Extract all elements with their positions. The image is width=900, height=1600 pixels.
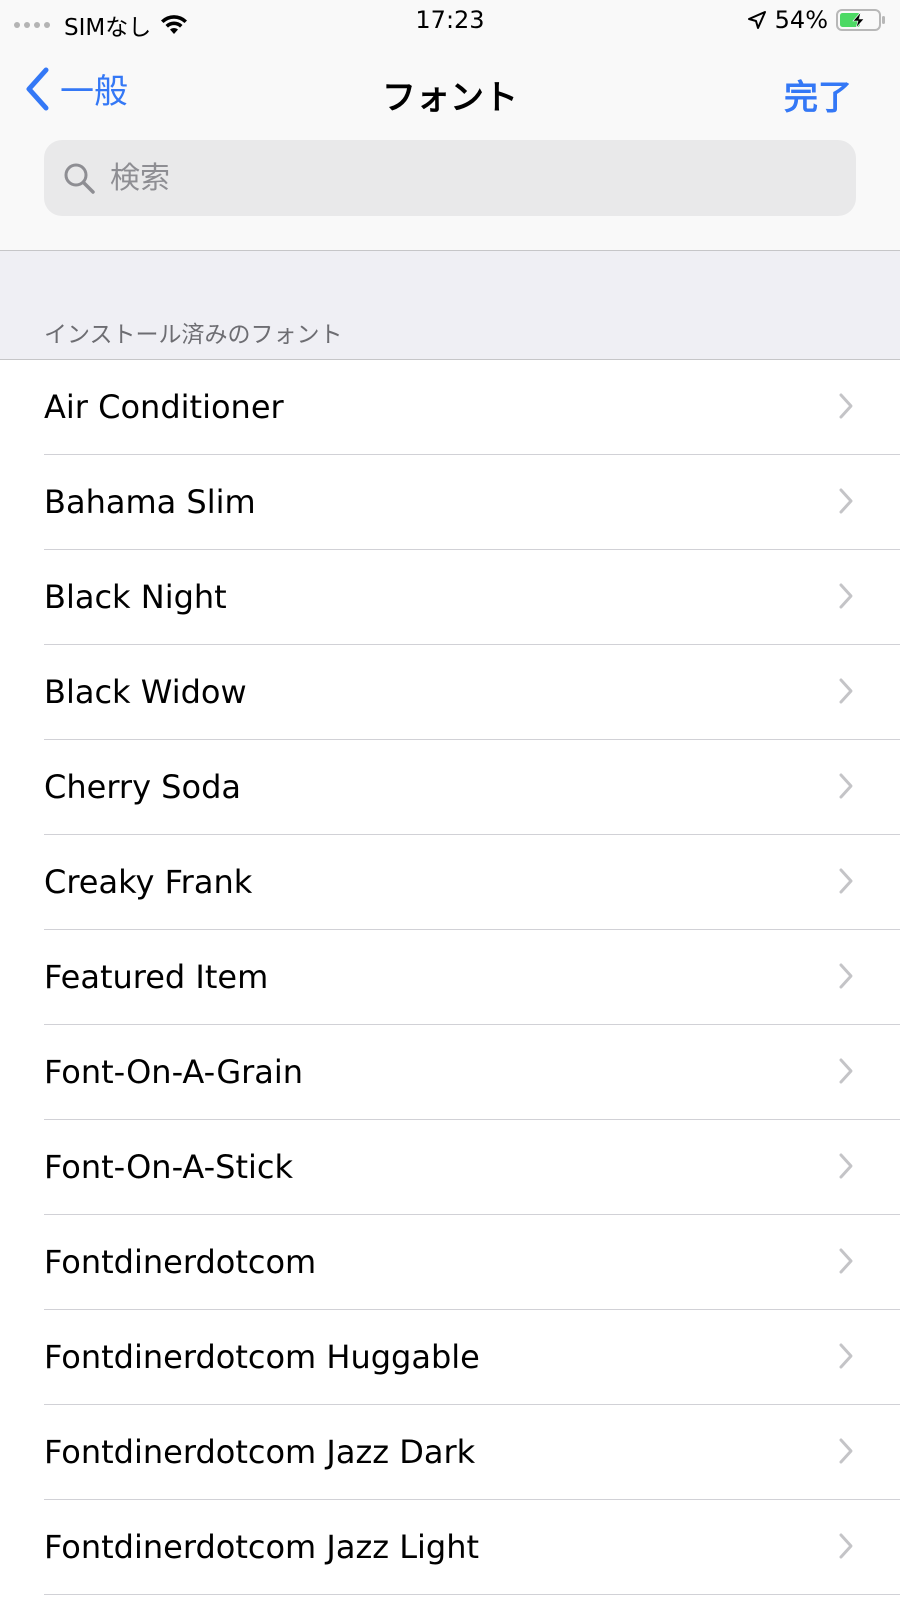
- location-icon: [747, 11, 766, 29]
- font-list-item[interactable]: Font-On-A-Grain: [0, 1025, 900, 1120]
- chevron-right-icon: [839, 868, 853, 894]
- search-field[interactable]: [44, 140, 856, 216]
- chevron-right-icon: [839, 1438, 853, 1464]
- font-list-item[interactable]: Fontdinerdotcom Jazz Light: [0, 1500, 900, 1595]
- battery-charging-icon: [836, 9, 885, 31]
- font-name-label: Font-On-A-Grain: [44, 1053, 304, 1091]
- chevron-right-icon: [839, 1533, 853, 1559]
- status-right: 54%: [747, 6, 886, 34]
- font-list-item[interactable]: Featured Item: [0, 930, 900, 1025]
- font-name-label: Black Widow: [44, 673, 247, 711]
- font-list-item[interactable]: Bahama Slim: [0, 455, 900, 550]
- chevron-right-icon: [839, 963, 853, 989]
- navigation-bar: 一般 フォント 完了: [0, 44, 900, 138]
- section-header: インストール済みのフォント: [44, 322, 343, 348]
- font-list-item[interactable]: Air Conditioner: [0, 360, 900, 455]
- font-name-label: Bahama Slim: [44, 483, 256, 521]
- font-list-item[interactable]: Fontdinerdotcom: [0, 1215, 900, 1310]
- chevron-right-icon: [839, 1058, 853, 1084]
- status-bar: SIMなし 17:23 54%: [0, 0, 900, 44]
- section-header-area: インストール済みのフォント: [0, 251, 900, 360]
- font-name-label: Fontdinerdotcom: [44, 1243, 317, 1281]
- battery-percent: 54%: [774, 6, 828, 34]
- font-list-item[interactable]: Fontdinerdotcom Huggable: [0, 1310, 900, 1405]
- chevron-right-icon: [839, 583, 853, 609]
- chevron-right-icon: [839, 773, 853, 799]
- search-area: [0, 138, 900, 251]
- font-name-label: Fontdinerdotcom Jazz Light: [44, 1528, 480, 1566]
- chevron-right-icon: [839, 1343, 853, 1369]
- font-name-label: Black Night: [44, 578, 227, 616]
- font-name-label: Fontdinerdotcom Huggable: [44, 1338, 480, 1376]
- font-list-item[interactable]: Black Widow: [0, 645, 900, 740]
- font-list-item[interactable]: Creaky Frank: [0, 835, 900, 930]
- font-list: Air Conditioner Bahama Slim Black Night Bla…: [0, 360, 900, 1595]
- done-button[interactable]: 完了: [784, 70, 852, 119]
- search-icon: [64, 163, 95, 194]
- font-list-item[interactable]: Cherry Soda: [0, 740, 900, 835]
- page-title: フォント: [382, 78, 518, 118]
- chevron-right-icon: [839, 488, 853, 514]
- font-name-label: Creaky Frank: [44, 863, 253, 901]
- font-name-label: Featured Item: [44, 958, 269, 996]
- font-name-label: Air Conditioner: [44, 388, 284, 426]
- font-list-item[interactable]: Fontdinerdotcom Jazz Dark: [0, 1405, 900, 1500]
- font-list-item[interactable]: Black Night: [0, 550, 900, 645]
- chevron-right-icon: [839, 1248, 853, 1274]
- font-name-label: Font-On-A-Stick: [44, 1148, 294, 1186]
- search-input[interactable]: [108, 159, 812, 197]
- chevron-right-icon: [839, 1153, 853, 1179]
- chevron-right-icon: [839, 393, 853, 419]
- chevron-right-icon: [839, 678, 853, 704]
- font-list-item[interactable]: Font-On-A-Stick: [0, 1120, 900, 1215]
- font-name-label: Fontdinerdotcom Jazz Dark: [44, 1433, 476, 1471]
- font-name-label: Cherry Soda: [44, 768, 241, 806]
